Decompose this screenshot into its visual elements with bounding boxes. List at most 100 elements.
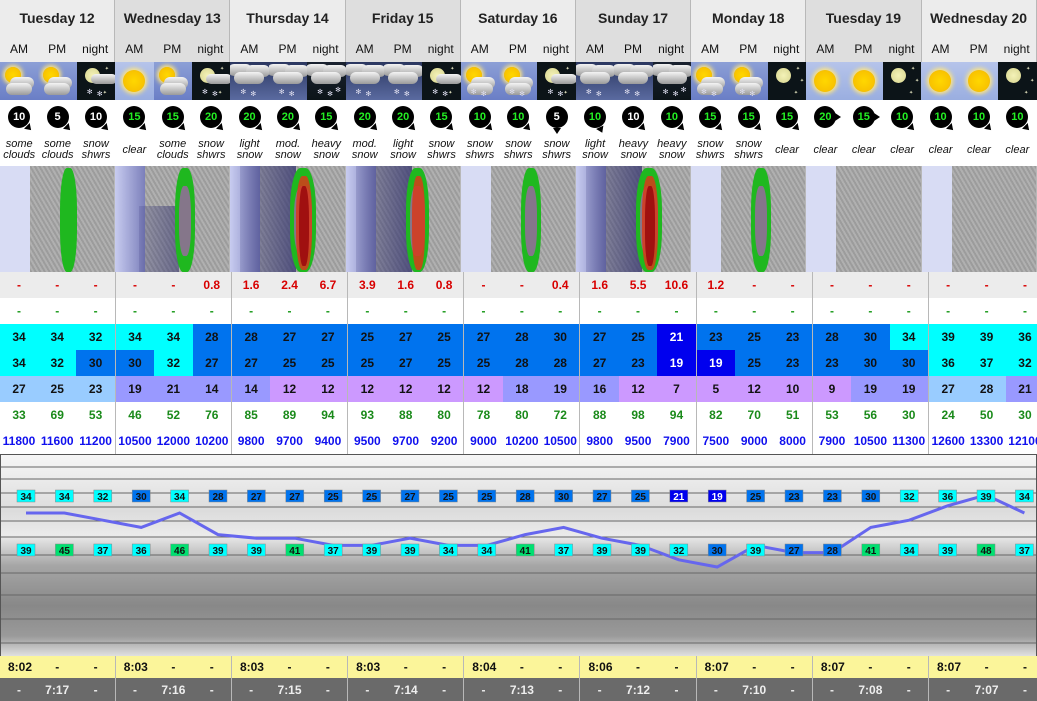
graph-temp-label: 27 [404, 492, 416, 503]
snow-forecast-map[interactable] [230, 166, 346, 272]
day-header[interactable]: Tuesday 19 [806, 0, 922, 36]
day-group: - 7:08 - [813, 678, 929, 701]
precip-value: - [93, 278, 98, 292]
wind-indicator: 15 [154, 100, 192, 134]
wind-direction-arrow-icon [715, 123, 726, 133]
snow-value: - [868, 304, 873, 318]
day-group: 8:06 - - [580, 656, 697, 678]
snow-forecast-map[interactable] [575, 166, 692, 272]
graph-lower-label: 41 [289, 546, 301, 557]
max-temp-value: 23 [696, 324, 736, 350]
description-line: shwrs [542, 149, 572, 161]
day-group: 19 21 14 [115, 376, 232, 402]
precip-value: 1.6 [591, 278, 608, 292]
day-header[interactable]: Friday 15 [345, 0, 461, 36]
min-temp-value: 27 [386, 350, 425, 376]
snow-forecast-map[interactable] [691, 166, 807, 272]
day-header[interactable]: Wednesday 13 [115, 0, 231, 36]
day-group: - 7:16 - [116, 678, 232, 701]
max-temp-value: 28 [812, 324, 852, 350]
precip-value: 1.6 [242, 278, 260, 292]
day-group: 36 37 32 [928, 350, 1037, 376]
day-header[interactable]: Monday 18 [691, 0, 807, 36]
weather-description: clear [845, 134, 883, 166]
graph-lower-label: 34 [481, 546, 493, 557]
wind-direction-arrow-icon [753, 123, 764, 133]
period-label: night [658, 42, 685, 56]
graph-temp-label: 34 [59, 492, 71, 503]
period-label: AM [240, 42, 259, 56]
weather-description: snow shwrs [461, 134, 499, 166]
max-temp-value: 27 [386, 324, 425, 350]
sunrise-time: - [868, 660, 873, 674]
humidity-value: 69 [50, 408, 64, 422]
graph-lower-label: 27 [788, 546, 800, 557]
day-group: 93 88 80 [348, 402, 465, 428]
period-group: AM PM night [575, 36, 692, 62]
sunrise-time: - [325, 660, 330, 674]
day-header[interactable]: Sunday 17 [575, 0, 692, 36]
snow-forecast-map[interactable] [115, 166, 231, 272]
snow-forecast-map[interactable] [806, 166, 922, 272]
snow-value: - [519, 304, 524, 318]
sunset-time: 7:12 [626, 682, 651, 697]
wind-direction-arrow-icon [62, 123, 73, 133]
period-group: AM PM night [691, 36, 807, 62]
day-group: 16 12 7 [580, 376, 697, 402]
wind-chill-value: 21 [1005, 376, 1037, 402]
description-line: clear [967, 143, 991, 156]
min-temp-row: 34 32 30 30 32 27 27 25 25 25 27 25 25 28 28 27 23 19 19 25… [0, 350, 1037, 376]
sun-cloud-snow-icon: ✻ ✻ [499, 62, 538, 100]
max-temp-value: 25 [735, 324, 774, 350]
day-group: 82 70 51 [697, 402, 813, 428]
cloud-snow-icon: ✻ ✻ [268, 62, 308, 100]
sunrise-time: 8:03 [239, 660, 264, 674]
day-header[interactable]: Saturday 16 [460, 0, 576, 36]
max-temp-value: 39 [967, 324, 1006, 350]
snow-forecast-map[interactable] [921, 166, 1037, 272]
period-label: PM [48, 42, 67, 56]
snow-value: - [365, 304, 370, 318]
weather-description: snow shwrs [77, 134, 115, 166]
min-temp-value: 32 [1005, 350, 1037, 376]
weather-description: clear [960, 134, 998, 166]
day-header[interactable]: Wednesday 20 [921, 0, 1037, 36]
snow-forecast-map[interactable] [0, 166, 116, 272]
max-temp-value: 34 [889, 324, 928, 350]
humidity-value: 50 [979, 408, 994, 422]
precip-value: - [55, 278, 60, 292]
snow-forecast-map[interactable] [460, 166, 576, 272]
sunrise-time: - [93, 660, 98, 674]
day-group: 8:04 - - [464, 656, 581, 678]
cloud-snow-icon: ✻ ✻ [230, 62, 269, 100]
humidity-value: 52 [166, 408, 181, 422]
sun-icon [921, 62, 960, 100]
max-temp-value: 27 [308, 324, 348, 350]
weather-description: clear [768, 134, 806, 166]
freezing-level-value: 10500 [853, 434, 888, 448]
sunset-time: - [442, 682, 447, 697]
snow-value: - [1022, 304, 1027, 318]
day-header[interactable]: Tuesday 12 [0, 0, 116, 36]
humidity-value: 88 [592, 408, 607, 422]
weather-description: some clouds [154, 134, 192, 166]
humidity-value: 98 [631, 408, 645, 422]
snow-forecast-map[interactable] [345, 166, 461, 272]
day-header[interactable]: Thursday 14 [230, 0, 346, 36]
wind-direction-arrow-icon [907, 123, 918, 133]
sunrise-time: - [403, 660, 408, 674]
snow-value: - [636, 304, 641, 318]
graph-temp-label: 21 [673, 492, 685, 503]
day-group: 23 25 23 [696, 324, 813, 350]
freezing-level-value: 10200 [195, 434, 229, 448]
wind-direction-arrow-icon [873, 113, 880, 121]
min-temp-value: 36 [928, 350, 968, 376]
wind-indicator: 10 [960, 100, 998, 134]
wind-direction-arrow-icon [254, 123, 265, 133]
wind-indicator: 10 [653, 100, 691, 134]
precip-value: 0.8 [435, 278, 453, 292]
sunset-time: - [713, 682, 718, 697]
wind-chill-value: 12 [424, 376, 464, 402]
graph-temp-label: 34 [1019, 492, 1031, 503]
wind-speed-badge: 20 [353, 106, 380, 133]
